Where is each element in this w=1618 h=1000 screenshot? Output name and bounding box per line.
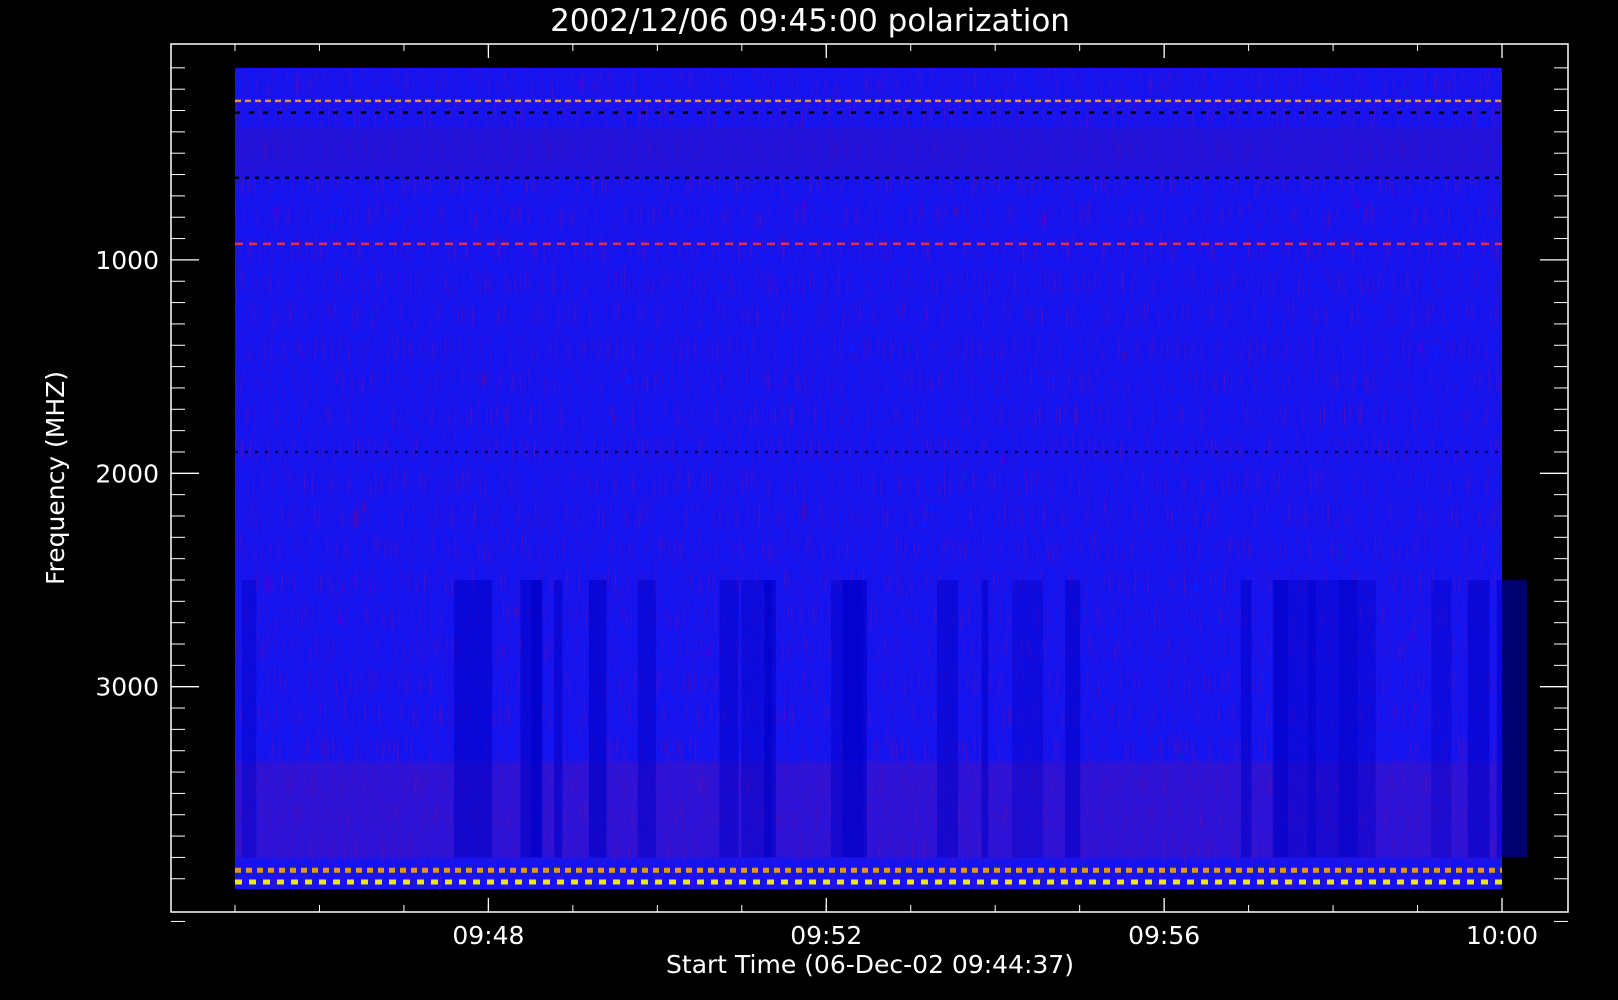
- spectrogram-chart: 2002/12/06 09:45:00 polarization 09:48 09…: [0, 0, 1618, 1000]
- chart-title: 2002/12/06 09:45:00 polarization: [550, 3, 1070, 39]
- heatmap-area: [235, 67, 1527, 890]
- x-tick-label: 10:00: [1466, 921, 1538, 950]
- upper-noise-band: [235, 127, 1502, 175]
- heatmap-streak: [1467, 580, 1490, 858]
- heatmap-streak: [1012, 580, 1044, 858]
- heatmap-streak: [1307, 580, 1339, 858]
- heatmap-streak: [554, 580, 563, 858]
- x-tick-label: 09:56: [1128, 921, 1200, 950]
- heatmap-streak: [588, 580, 607, 858]
- y-tick-label: 3000: [95, 673, 159, 702]
- heatmap-streak: [1496, 580, 1527, 858]
- heatmap-streak: [1272, 580, 1288, 858]
- heatmap-streak: [981, 580, 989, 858]
- heatmap-streak: [719, 580, 739, 858]
- x-tick-label: 09:48: [452, 921, 524, 950]
- heatmap-streak: [241, 580, 257, 858]
- heatmap-streak: [637, 580, 656, 858]
- heatmap-streak: [842, 580, 867, 858]
- y-tick-label: 1000: [95, 246, 159, 275]
- heatmap-streak: [764, 580, 777, 858]
- heatmap-streak: [1240, 580, 1252, 858]
- heatmap-streak: [453, 580, 493, 858]
- heatmap-streak: [937, 580, 958, 858]
- heatmap-streak: [1431, 580, 1452, 858]
- y-tick-label: 2000: [95, 459, 159, 488]
- heatmap-streak: [1338, 580, 1359, 858]
- x-tick-label: 09:52: [790, 921, 862, 950]
- heatmap-streak: [1065, 580, 1081, 858]
- y-axis-label: Frequency (MHZ): [41, 371, 70, 585]
- x-axis-label: Start Time (06-Dec-02 09:44:37): [666, 950, 1074, 979]
- heatmap-streak: [520, 580, 541, 858]
